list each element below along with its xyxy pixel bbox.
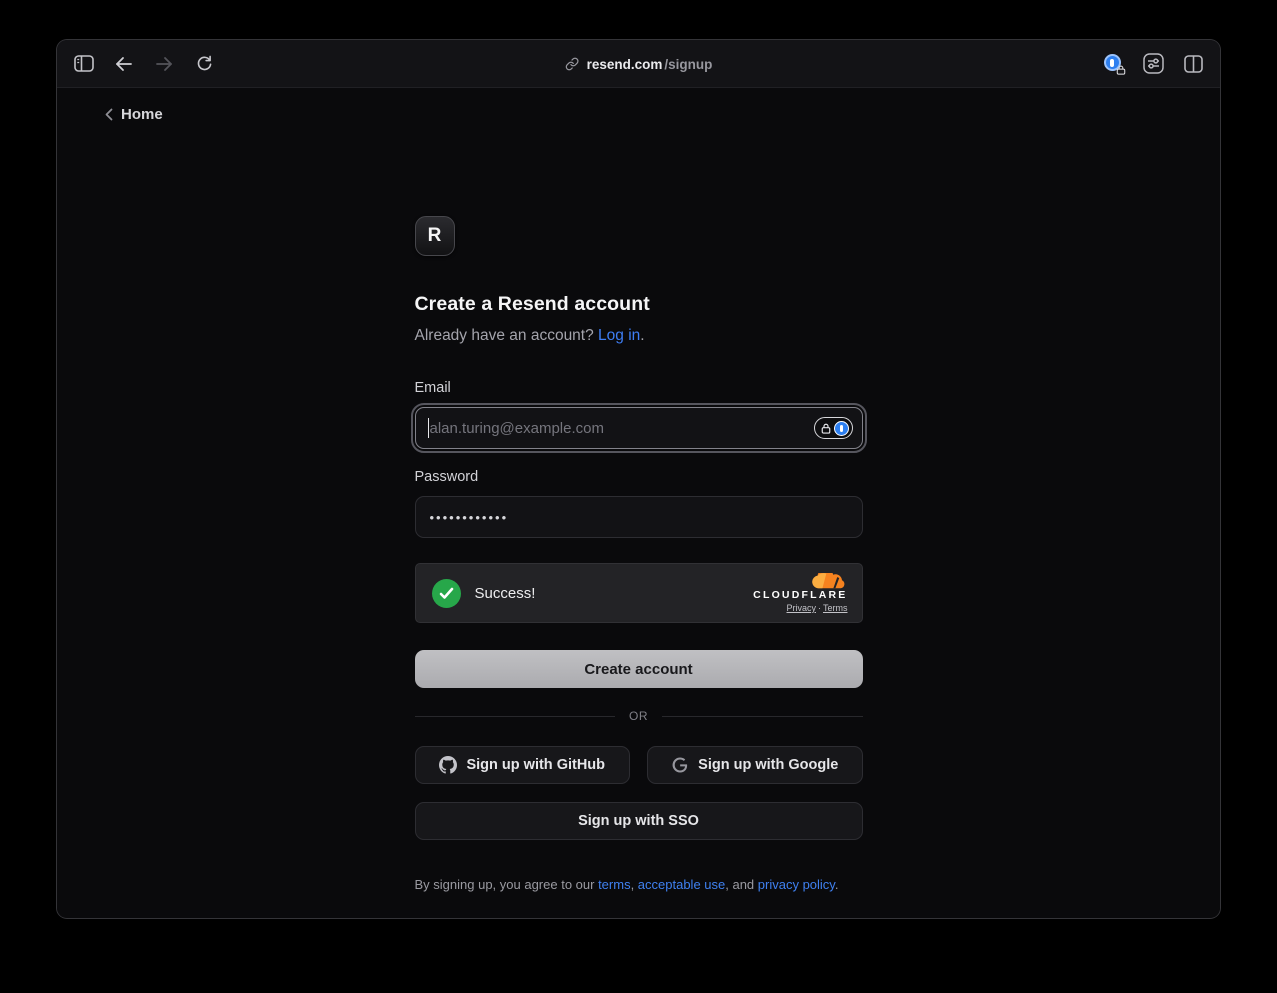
password-manager-extension-icon[interactable] [1102,53,1124,75]
password-input[interactable] [415,496,863,538]
email-label: Email [415,380,863,396]
url-host: resend.com [587,57,663,72]
one-password-icon [834,421,849,436]
signup-card: R Create a Resend account Already have a… [415,216,863,892]
sign-up-github-button[interactable]: Sign up with GitHub [415,746,631,784]
legal-text: By signing up, you agree to our terms, a… [415,877,863,892]
reload-icon[interactable] [193,53,215,75]
cloudflare-turnstile-widget: Success! CLOUDFLARE Privacy·Terms [415,563,863,623]
cloudflare-branding: CLOUDFLARE Privacy·Terms [753,573,847,613]
turnstile-status: Success! [475,585,536,602]
lock-icon [821,423,831,434]
sign-up-google-button[interactable]: Sign up with Google [647,746,863,784]
email-input[interactable] [415,407,863,449]
browser-toolbar: resend.com/signup [57,40,1220,88]
browser-window: resend.com/signup [57,40,1220,918]
page-title: Create a Resend account [415,293,863,316]
cloudflare-wordmark: CLOUDFLARE [753,589,847,601]
url-path: /signup [664,57,712,72]
resend-logo: R [415,216,455,256]
breadcrumb-home-link[interactable]: Home [105,106,163,123]
password-manager-fill-button[interactable] [814,417,853,439]
email-field-group: Email [415,380,863,449]
acceptable-use-link[interactable]: acceptable use [638,877,725,892]
or-divider: OR [415,709,863,723]
subtitle: Already have an account? Log in. [415,327,863,345]
sidebar-toggle-icon[interactable] [73,53,95,75]
cloudflare-privacy-link[interactable]: Privacy [786,603,816,613]
breadcrumb-label: Home [121,106,163,123]
success-check-icon [432,579,461,608]
terms-link[interactable]: terms [598,877,631,892]
github-icon [439,756,457,774]
split-view-icon[interactable] [1182,53,1204,75]
forward-button-icon[interactable] [153,53,175,75]
resend-logo-letter: R [428,225,442,247]
privacy-policy-link[interactable]: privacy policy [758,877,835,892]
address-bar[interactable]: resend.com/signup [565,40,713,88]
google-icon [671,756,689,774]
back-button-icon[interactable] [113,53,135,75]
create-account-button[interactable]: Create account [415,650,863,688]
cloudflare-terms-link[interactable]: Terms [823,603,848,613]
or-label: OR [629,709,648,723]
password-label: Password [415,469,863,485]
link-icon [565,57,579,71]
page-settings-icon[interactable] [1142,53,1164,75]
page-content: Home R Create a Resend account Already h… [57,88,1220,917]
cloudflare-cloud-icon [811,573,848,590]
log-in-link[interactable]: Log in [598,327,640,344]
text-caret [428,418,430,438]
password-field-group: Password [415,469,863,538]
sign-up-sso-button[interactable]: Sign up with SSO [415,802,863,840]
chevron-left-icon [105,108,113,121]
